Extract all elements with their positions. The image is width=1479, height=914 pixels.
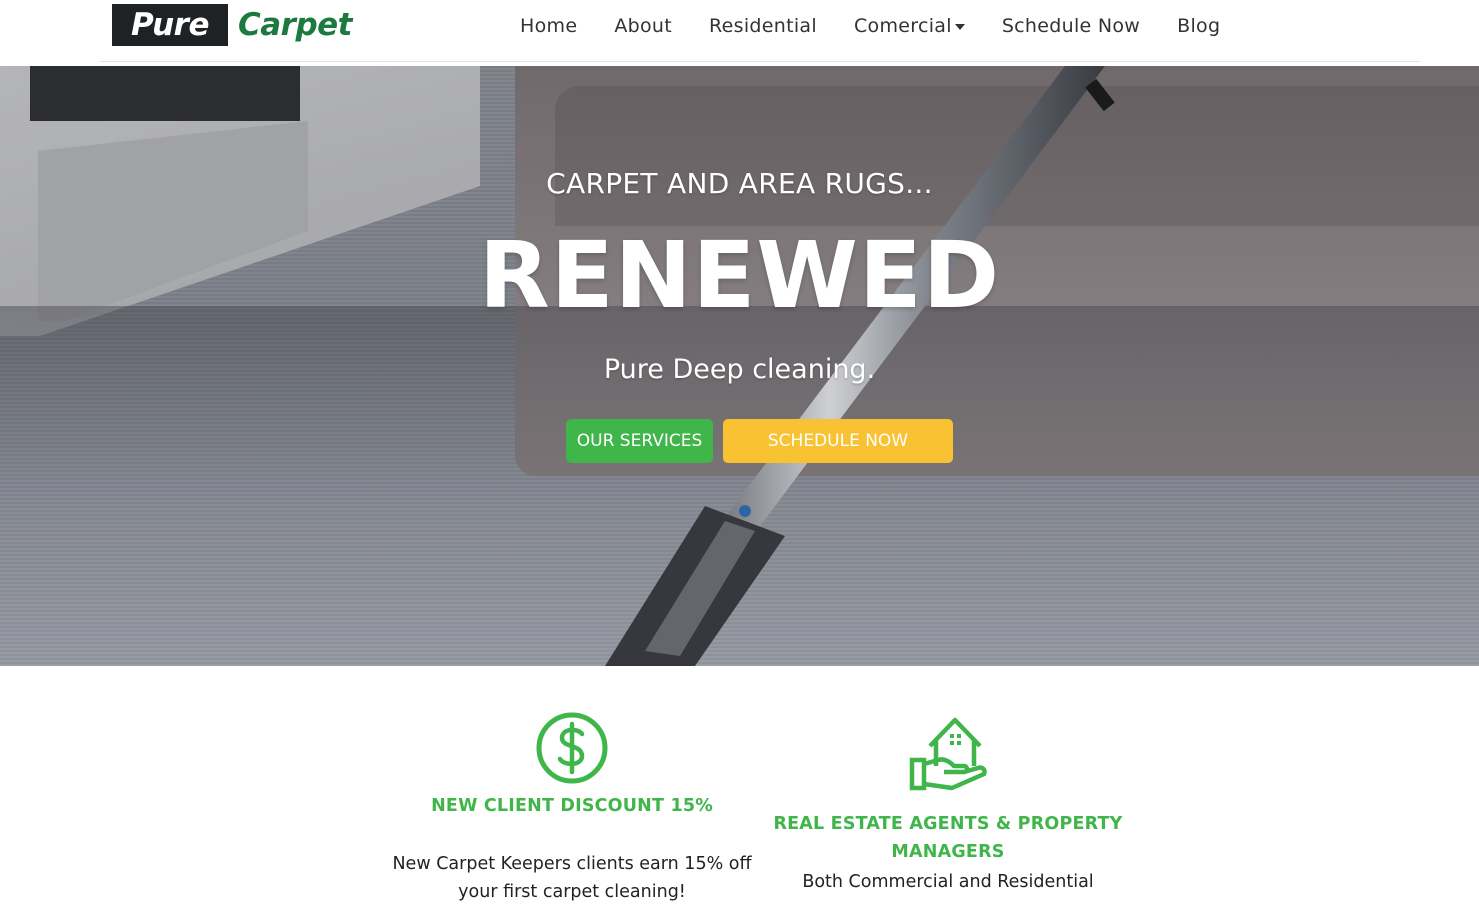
feature-discount: NEW CLIENT DISCOUNT 15% New Carpet Keepe… xyxy=(390,706,754,906)
nav-blog[interactable]: Blog xyxy=(1167,14,1230,38)
dollar-circle-icon xyxy=(536,712,608,784)
nav-home-label: Home xyxy=(520,15,578,37)
nav-blog-label: Blog xyxy=(1177,15,1221,37)
feature-real-estate-text: Both Commercial and Residential xyxy=(802,872,1094,892)
nav-comercial-label: Comercial xyxy=(853,15,952,37)
hero-subtitle: Pure Deep cleaning. xyxy=(603,354,876,385)
feature-real-estate: REAL ESTATE AGENTS & PROPERTY MANAGERS B… xyxy=(760,712,1136,896)
navbar-divider xyxy=(100,61,1420,62)
nav-residential[interactable]: Residential xyxy=(699,14,827,38)
feature-real-estate-title: REAL ESTATE AGENTS & PROPERTY MANAGERS xyxy=(773,814,1123,862)
hero-banner: CARPET AND AREA RUGS... RENEWED Pure Dee… xyxy=(0,66,1479,666)
nav-schedule-now[interactable]: Schedule Now xyxy=(992,14,1150,38)
feature-discount-text: New Carpet Keepers clients earn 15% off … xyxy=(392,854,752,902)
hero-kicker: CARPET AND AREA RUGS... xyxy=(546,167,933,200)
house-in-hand-icon xyxy=(909,717,987,791)
brand-logo[interactable]: Pure Carpet xyxy=(112,4,353,46)
hero-title: RENEWED xyxy=(478,222,1001,329)
nav-about-label: About xyxy=(614,15,672,37)
main-nav: Home About Residential Comercial Schedul… xyxy=(510,14,1247,38)
nav-comercial-dropdown[interactable]: Comercial xyxy=(844,14,975,38)
feature-discount-title: NEW CLIENT DISCOUNT 15% xyxy=(431,796,713,816)
nav-schedule-label: Schedule Now xyxy=(1001,15,1141,37)
hero-content: CARPET AND AREA RUGS... RENEWED Pure Dee… xyxy=(0,66,1479,666)
brand-logo-pure: Pure xyxy=(112,4,228,46)
nav-home[interactable]: Home xyxy=(510,14,587,38)
navbar: Pure Carpet Home About Residential Comer… xyxy=(0,0,1479,66)
nav-residential-label: Residential xyxy=(709,15,817,37)
our-services-button[interactable]: OUR SERVICES xyxy=(566,419,713,463)
schedule-now-button[interactable]: SCHEDULE NOW xyxy=(723,419,953,463)
nav-about[interactable]: About xyxy=(604,14,682,38)
caret-down-icon xyxy=(954,24,965,30)
brand-logo-carpet: Carpet xyxy=(238,7,353,43)
